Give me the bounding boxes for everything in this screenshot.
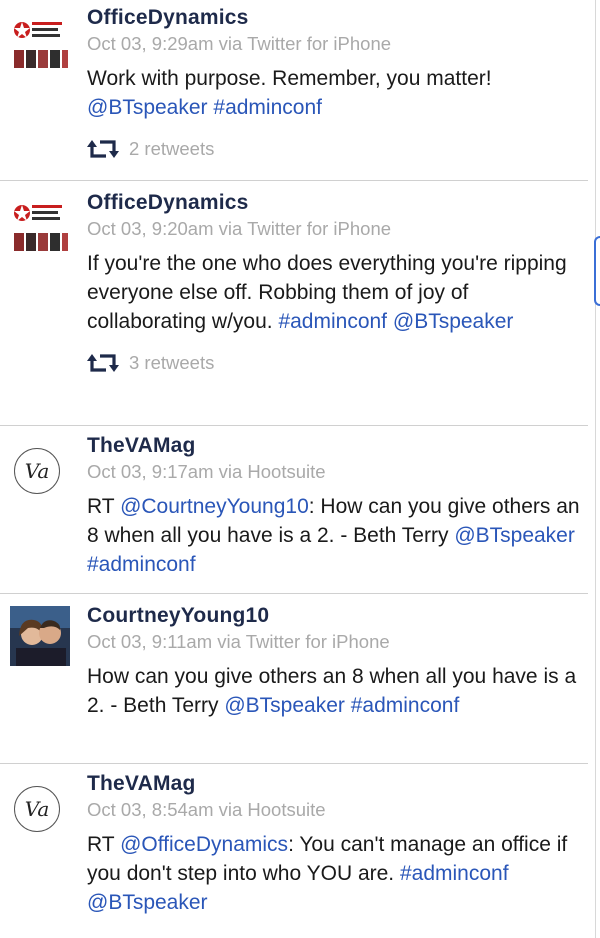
tweet-feed: OfficeDynamics Oct 03, 9:29am via Twitte… — [0, 0, 588, 938]
thevamag-avatar[interactable]: Va — [14, 786, 60, 832]
mention-link[interactable]: @CourtneyYoung10 — [120, 495, 309, 518]
mention-link[interactable]: @BTspeaker — [454, 524, 575, 547]
scrollbar-thumb[interactable] — [594, 236, 600, 306]
tweet-item[interactable]: CourtneyYoung10 Oct 03, 9:11am via Twitt… — [0, 594, 588, 764]
tweet-username[interactable]: OfficeDynamics — [87, 6, 580, 30]
hashtag-link[interactable]: #adminconf — [213, 96, 322, 119]
tweet-meta: Oct 03, 8:54am via Hootsuite — [87, 799, 326, 820]
thevamag-avatar[interactable]: Va — [14, 448, 60, 494]
tweet-meta: Oct 03, 9:17am via Hootsuite — [87, 461, 326, 482]
courtneyyoung10-avatar[interactable] — [10, 606, 70, 666]
va-logo-icon: Va — [24, 459, 50, 483]
retweet-label: 2 retweets — [129, 138, 215, 159]
tweet-content: TheVAMag Oct 03, 9:17am via Hootsuite RT… — [87, 434, 580, 579]
tweet-username[interactable]: CourtneyYoung10 — [87, 604, 580, 628]
tweet-text: Work with purpose. Remember, you matter!… — [87, 64, 580, 122]
mention-link[interactable]: @BTspeaker — [393, 310, 514, 333]
mention-link[interactable]: @BTspeaker — [87, 96, 208, 119]
tweet-text: RT @CourtneyYoung10: How can you give ot… — [87, 492, 580, 579]
mention-link[interactable]: @BTspeaker — [224, 694, 345, 717]
hashtag-link[interactable]: #adminconf — [278, 310, 387, 333]
tweet-text-segment: Work with purpose. Remember, you matter! — [87, 67, 492, 90]
tweet-meta: Oct 03, 9:11am via Twitter for iPhone — [87, 631, 390, 652]
officedynamics-avatar[interactable] — [10, 197, 70, 257]
tweet-text-segment: RT — [87, 495, 121, 518]
tweet-text: RT @OfficeDynamics: You can't manage an … — [87, 830, 580, 917]
retweet-count[interactable]: 3 retweets — [87, 352, 580, 374]
retweet-count[interactable]: 2 retweets — [87, 138, 580, 160]
tweet-item[interactable]: Va TheVAMag Oct 03, 8:54am via Hootsuite… — [0, 764, 588, 938]
tweet-content: OfficeDynamics Oct 03, 9:20am via Twitte… — [87, 191, 580, 374]
tweet-item[interactable]: Va TheVAMag Oct 03, 9:17am via Hootsuite… — [0, 426, 588, 594]
mention-link[interactable]: @BTspeaker — [87, 891, 208, 914]
tweet-meta: Oct 03, 9:29am via Twitter for iPhone — [87, 33, 392, 54]
retweet-label: 3 retweets — [129, 352, 215, 373]
hashtag-link[interactable]: #adminconf — [351, 694, 460, 717]
tweet-username[interactable]: TheVAMag — [87, 434, 580, 458]
user-photo-icon — [10, 606, 70, 666]
officedynamics-logo-icon — [14, 22, 68, 68]
tweet-content: CourtneyYoung10 Oct 03, 9:11am via Twitt… — [87, 604, 580, 720]
tweet-text: How can you give others an 8 when all yo… — [87, 662, 580, 720]
tweet-item[interactable]: OfficeDynamics Oct 03, 9:20am via Twitte… — [0, 181, 588, 426]
tweet-text: If you're the one who does everything yo… — [87, 249, 580, 336]
tweet-item[interactable]: OfficeDynamics Oct 03, 9:29am via Twitte… — [0, 0, 588, 181]
tweet-text-segment: RT — [87, 833, 121, 856]
tweet-meta: Oct 03, 9:20am via Twitter for iPhone — [87, 218, 392, 239]
officedynamics-avatar[interactable] — [10, 14, 70, 74]
mention-link[interactable]: @OfficeDynamics — [120, 833, 288, 856]
tweet-username[interactable]: OfficeDynamics — [87, 191, 580, 215]
officedynamics-logo-icon — [14, 205, 68, 251]
va-logo-icon: Va — [24, 797, 50, 821]
retweet-icon — [87, 140, 119, 158]
tweet-content: OfficeDynamics Oct 03, 9:29am via Twitte… — [87, 6, 580, 160]
tweet-content: TheVAMag Oct 03, 8:54am via Hootsuite RT… — [87, 772, 580, 917]
feed-border — [595, 0, 596, 938]
hashtag-link[interactable]: #adminconf — [400, 862, 509, 885]
hashtag-link[interactable]: #adminconf — [87, 553, 196, 576]
retweet-icon — [87, 354, 119, 372]
tweet-username[interactable]: TheVAMag — [87, 772, 580, 796]
